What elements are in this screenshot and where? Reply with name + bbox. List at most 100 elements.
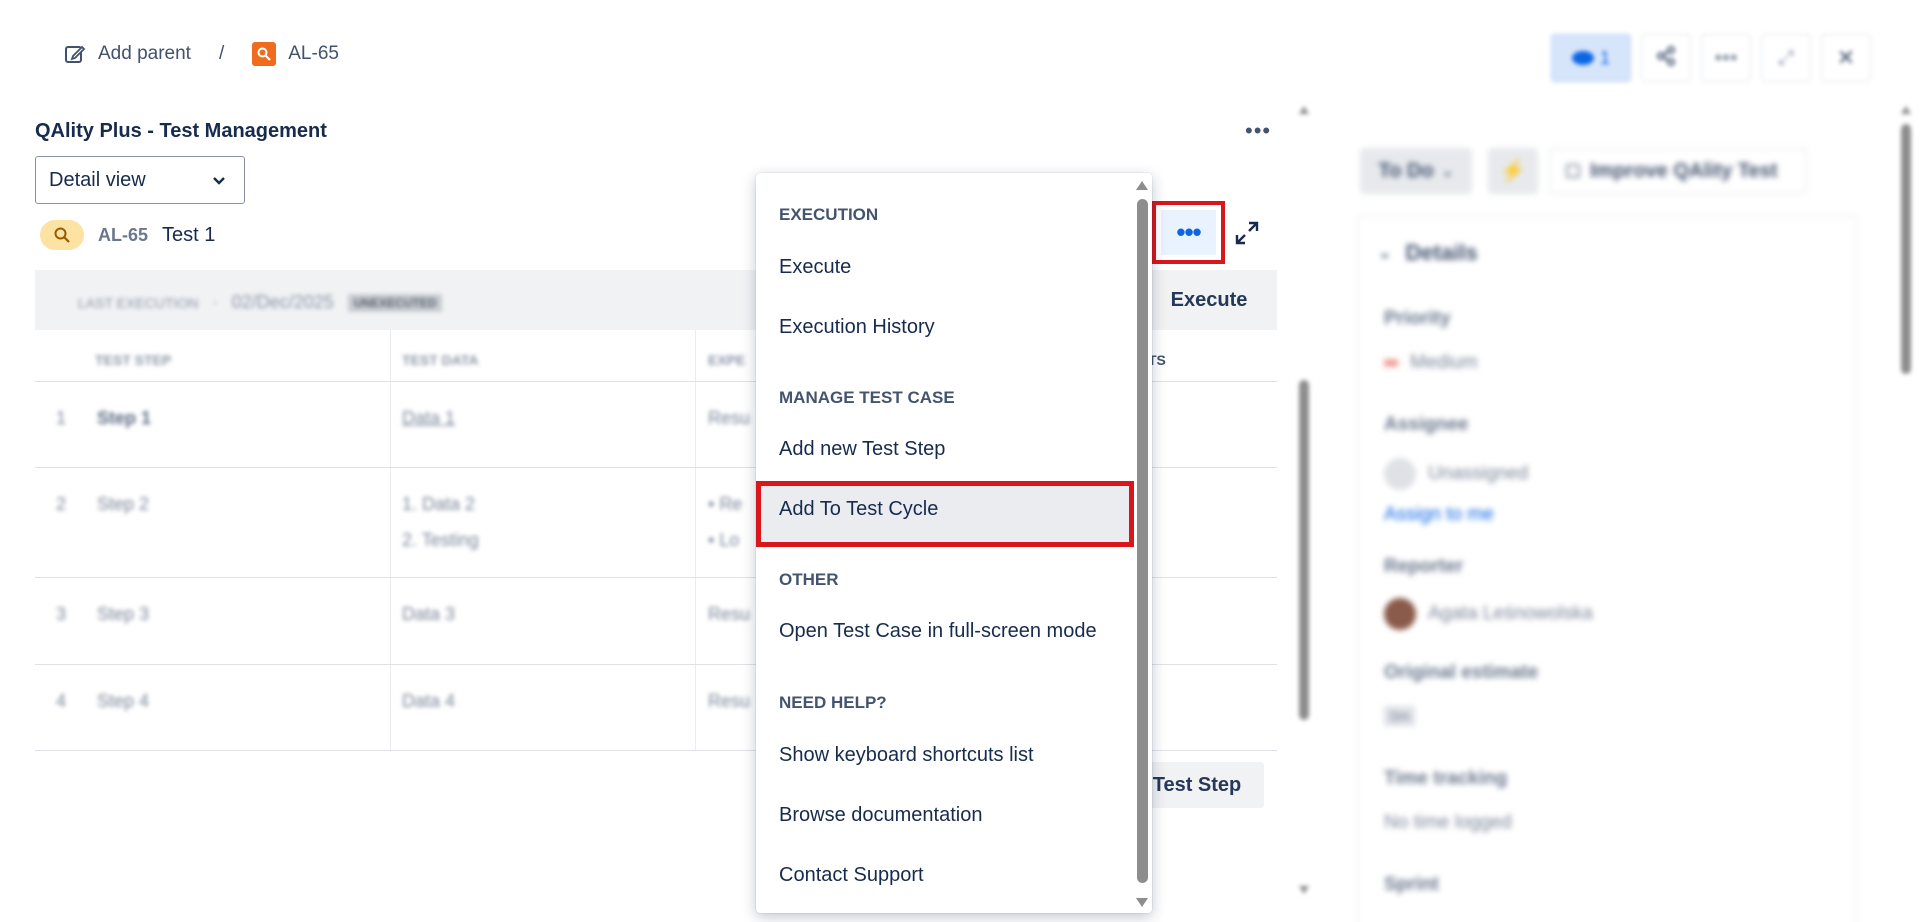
step-number: 3 xyxy=(56,604,67,624)
step-result: Resu xyxy=(708,408,751,428)
priority-medium-icon xyxy=(1384,360,1398,366)
step-action[interactable]: Step 2 xyxy=(97,494,149,515)
checkbox-icon xyxy=(1566,164,1580,178)
sidebar-scrollbar[interactable] xyxy=(1898,100,1914,910)
chevron-down-icon: ⌄ xyxy=(1441,162,1454,179)
close-button[interactable]: ✕ xyxy=(1821,34,1871,82)
step-result-line: Lo xyxy=(719,530,740,550)
chevron-down-icon xyxy=(212,169,226,192)
watch-button[interactable]: 1 xyxy=(1551,34,1631,82)
panel-scrollbar[interactable] xyxy=(1296,100,1312,900)
highlight-frame: ••• xyxy=(1152,201,1225,264)
menu-item-open-full-screen[interactable]: Open Test Case in full-screen mode xyxy=(779,620,1097,643)
improve-label: Improve QAlity Test xyxy=(1590,159,1778,182)
step-action[interactable]: Step 3 xyxy=(97,604,149,625)
test-case-header: AL-65 Test 1 xyxy=(40,220,215,250)
share-button[interactable] xyxy=(1641,34,1691,82)
execute-button[interactable]: Execute xyxy=(1142,272,1276,328)
details-header[interactable]: ⌄ Details xyxy=(1378,240,1478,266)
breadcrumb: Add parent / AL-65 xyxy=(64,42,339,66)
step-data[interactable]: Data 3 xyxy=(402,604,455,625)
last-execution-label: LAST EXECUTION xyxy=(78,294,199,311)
panel-title: QAlity Plus - Test Management xyxy=(35,120,327,142)
ellipsis-icon: ••• xyxy=(1245,118,1272,143)
step-result-line: Re xyxy=(719,494,743,514)
sprint-label: Sprint xyxy=(1384,874,1439,895)
reporter-field[interactable]: Agata Leśnowolska xyxy=(1384,598,1593,630)
last-execution-info: LAST EXECUTION · 02/Dec/2025 UNEXECUTED xyxy=(78,292,443,313)
view-select[interactable]: Detail view xyxy=(35,156,245,204)
details-title: Details xyxy=(1405,240,1478,265)
separator-dot: · xyxy=(212,293,218,311)
time-tracking-value[interactable]: No time logged xyxy=(1384,812,1512,834)
improve-qality-button[interactable]: Improve QAlity Test xyxy=(1549,148,1807,194)
reporter-value: Agata Leśnowolska xyxy=(1428,603,1593,624)
status-dropdown[interactable]: To Do ⌄ xyxy=(1360,148,1472,194)
step-number: 2 xyxy=(56,494,67,514)
step-data[interactable]: Data 1 xyxy=(402,408,455,429)
step-action[interactable]: Step 1 xyxy=(97,408,151,429)
add-test-step-label: Test Step xyxy=(1152,773,1242,796)
breadcrumb-separator: / xyxy=(218,43,225,64)
test-case-key[interactable]: AL-65 xyxy=(98,225,148,246)
issue-key-link[interactable]: AL-65 xyxy=(288,43,339,65)
time-tracking-label: Time tracking xyxy=(1384,768,1508,789)
menu-scrollbar[interactable] xyxy=(1134,173,1152,913)
close-icon: ✕ xyxy=(1836,45,1856,70)
reporter-label: Reporter xyxy=(1384,556,1464,577)
view-select-value: Detail view xyxy=(49,168,146,191)
test-case-icon xyxy=(40,220,84,250)
menu-item-add-new-test-step[interactable]: Add new Test Step xyxy=(779,438,945,461)
status-value: To Do xyxy=(1378,159,1434,182)
avatar xyxy=(1384,458,1416,490)
estimate-value[interactable]: 0m xyxy=(1384,706,1416,726)
menu-section-other: OTHER xyxy=(779,570,839,589)
menu-item-contact-support[interactable]: Contact Support xyxy=(779,864,924,887)
column-header-test-step: TEST STEP xyxy=(95,352,172,368)
assignee-field[interactable]: Unassigned xyxy=(1384,458,1528,490)
priority-field[interactable]: Medium xyxy=(1384,352,1478,374)
more-actions-button[interactable]: ••• xyxy=(1701,34,1751,82)
column-divider xyxy=(695,330,696,750)
menu-item-browse-documentation[interactable]: Browse documentation xyxy=(779,804,982,827)
step-action[interactable]: Step 4 xyxy=(97,691,149,712)
chevron-down-icon: ⌄ xyxy=(1378,245,1392,262)
step-number: 1 xyxy=(56,408,67,428)
step-number: 4 xyxy=(56,691,67,711)
test-case-name: Test 1 xyxy=(162,223,216,246)
automation-button[interactable]: ⚡ xyxy=(1488,148,1538,194)
eye-icon xyxy=(1571,51,1594,65)
menu-item-keyboard-shortcuts[interactable]: Show keyboard shortcuts list xyxy=(779,744,1034,767)
assignee-value: Unassigned xyxy=(1428,463,1529,484)
ellipsis-icon: ••• xyxy=(1714,45,1738,70)
menu-item-execution-history[interactable]: Execution History xyxy=(779,316,935,339)
edit-icon xyxy=(64,43,86,65)
last-execution-date: 02/Dec/2025 xyxy=(231,292,334,312)
menu-section-need-help: NEED HELP? xyxy=(779,693,887,712)
ellipsis-icon: ••• xyxy=(1176,217,1201,247)
expand-icon: ⤢ xyxy=(1778,46,1794,69)
menu-scrollbar-thumb[interactable] xyxy=(1137,199,1148,883)
fullscreen-expand-icon[interactable] xyxy=(1234,220,1260,246)
panel-more-button[interactable]: ••• xyxy=(1245,118,1271,144)
menu-section-execution: EXECUTION xyxy=(779,205,879,224)
step-data[interactable]: 1. Data 2 xyxy=(402,494,475,515)
expand-view-button[interactable]: ⤢ xyxy=(1761,34,1811,82)
menu-section-manage-test-case: MANAGE TEST CASE xyxy=(779,388,955,407)
column-divider xyxy=(390,330,391,750)
test-case-more-button[interactable]: ••• xyxy=(1161,210,1216,255)
add-parent-link[interactable]: Add parent xyxy=(98,43,191,65)
scroll-down-icon[interactable] xyxy=(1136,898,1148,907)
menu-item-execute[interactable]: Execute xyxy=(779,256,851,279)
avatar xyxy=(1384,598,1416,630)
status-badge: UNEXECUTED xyxy=(347,293,443,312)
test-case-type-icon xyxy=(252,42,277,66)
test-case-actions-menu: EXECUTION Execute Execution History MANA… xyxy=(756,173,1152,913)
step-data[interactable]: 2. Testing xyxy=(402,530,479,551)
scroll-up-icon[interactable] xyxy=(1136,181,1148,190)
step-data[interactable]: Data 4 xyxy=(402,691,455,712)
assign-to-me-link[interactable]: Assign to me xyxy=(1384,504,1494,526)
step-result: • Lo xyxy=(708,530,740,550)
menu-item-add-to-test-cycle[interactable]: Add To Test Cycle xyxy=(779,498,938,521)
estimate-label: Original estimate xyxy=(1384,662,1539,683)
